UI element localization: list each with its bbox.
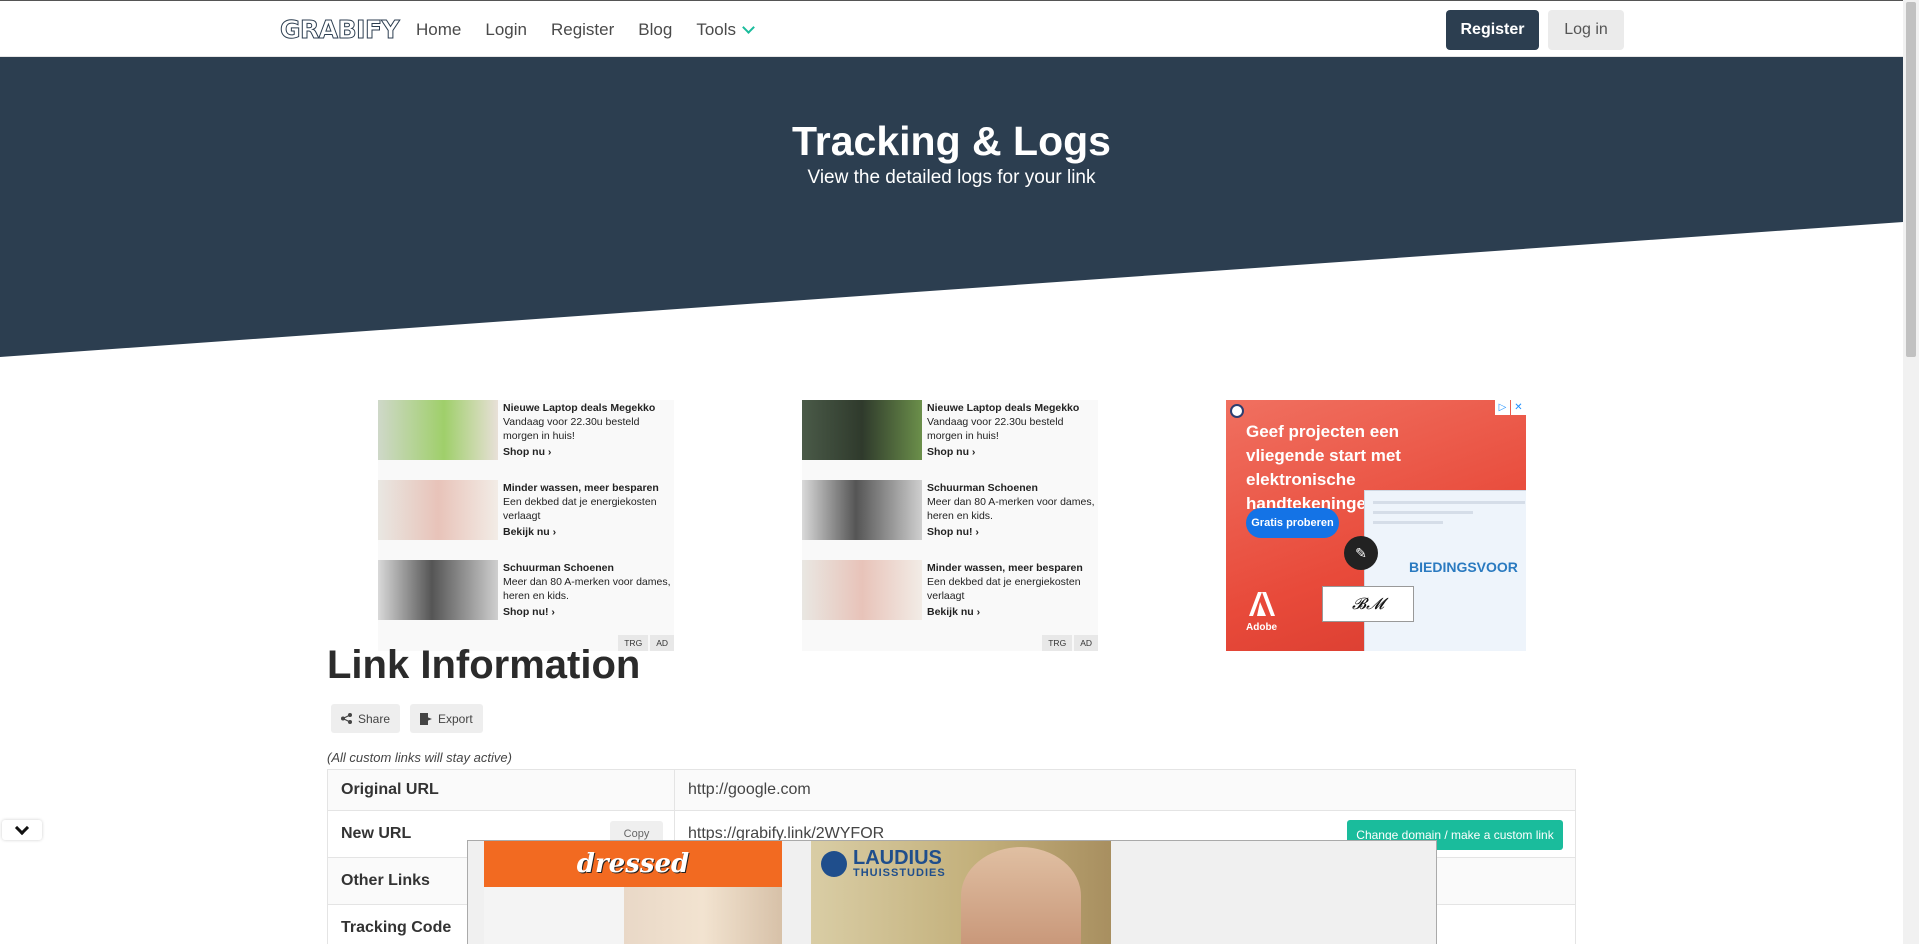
hero-banner: Tracking & Logs View the detailed logs f… <box>0 57 1903 357</box>
ad-text: Nieuwe Laptop deals Megekko Vandaag voor… <box>927 401 1095 459</box>
export-button[interactable]: Export <box>410 704 483 733</box>
page-title: Tracking & Logs <box>792 118 1111 164</box>
ad-desc: Meer dan 80 A-merken voor dames, heren e… <box>927 496 1095 522</box>
nav-links: Home Login Register Blog Tools <box>416 20 755 40</box>
ad-text: Schuurman Schoenen Meer dan 80 A-merken … <box>927 481 1095 539</box>
ad-thumbnail <box>378 560 498 620</box>
ad-title: Minder wassen, meer besparen <box>503 482 659 494</box>
export-label: Export <box>438 711 473 726</box>
share-icon <box>341 713 352 724</box>
ad-cta[interactable]: Bekijk nu › <box>503 525 671 539</box>
ad-desc: Een dekbed dat je energiekosten verlaagt <box>503 496 657 522</box>
collapse-ad-toggle[interactable] <box>2 820 42 840</box>
ad-tags: TRG AD <box>1042 635 1098 651</box>
nav-login[interactable]: Login <box>485 20 527 40</box>
ad-brand-name: LAUDIUS <box>853 847 942 869</box>
ad-desc: Vandaag voor 22.30u besteld morgen in hu… <box>927 416 1064 442</box>
adobe-logo-text: Adobe <box>1246 622 1278 633</box>
grabify-logo[interactable]: GRABIFY <box>279 15 400 45</box>
sticky-bottom-ad[interactable]: dressed LAUDIUS THUISSTUDIES <box>467 840 1437 944</box>
ad-text: Schuurman Schoenen Meer dan 80 A-merken … <box>503 561 671 619</box>
native-ad-left[interactable]: Nieuwe Laptop deals Megekko Vandaag voor… <box>378 400 674 651</box>
ad-desc: Vandaag voor 22.30u besteld morgen in hu… <box>503 416 640 442</box>
ad-brand-logo: dressed <box>484 841 782 887</box>
login-button[interactable]: Log in <box>1548 10 1624 50</box>
ad-cta[interactable]: Shop nu! › <box>503 605 671 619</box>
ad-tag-ad: AD <box>650 635 674 651</box>
adobe-logo: Adobe <box>1246 592 1277 633</box>
original-url-value[interactable]: http://google.com <box>675 770 1576 810</box>
ad-cta[interactable]: Shop nu! › <box>927 525 1095 539</box>
ad-text: Nieuwe Laptop deals Megekko Vandaag voor… <box>503 401 671 459</box>
adobe-banner-ad[interactable]: ▷ ✕ Geef projecten een vliegende start m… <box>1226 400 1526 651</box>
signature-image: 𝓑𝓜 <box>1322 586 1414 622</box>
ad-thumbnail <box>802 560 922 620</box>
ad-item[interactable]: Schuurman Schoenen Meer dan 80 A-merken … <box>378 560 674 630</box>
ad-document-preview: BIEDINGSVOOR <box>1364 490 1526 651</box>
share-button[interactable]: Share <box>331 704 401 733</box>
ad-thumbnail <box>802 400 922 460</box>
ad-image <box>961 847 1081 944</box>
custom-links-note: (All custom links will stay active) <box>327 750 512 765</box>
ad-item[interactable]: Minder wassen, meer besparen Een dekbed … <box>802 560 1098 630</box>
ad-choices[interactable]: ▷ ✕ <box>1495 400 1526 415</box>
pen-icon: ✎ <box>1344 536 1378 570</box>
navbar: GRABIFY Home Login Register Blog Tools R… <box>0 0 1903 57</box>
globe-icon <box>821 851 847 877</box>
ad-title: Nieuwe Laptop deals Megekko <box>927 402 1080 414</box>
ad-item[interactable]: Minder wassen, meer besparen Een dekbed … <box>378 480 674 550</box>
ad-thumbnail <box>378 480 498 540</box>
ad-item[interactable]: Schuurman Schoenen Meer dan 80 A-merken … <box>802 480 1098 550</box>
ad-cta[interactable]: Shop nu › <box>927 445 1095 459</box>
nav-register[interactable]: Register <box>551 20 614 40</box>
ad-tag-ad: AD <box>1074 635 1098 651</box>
ad-cta[interactable]: Shop nu › <box>503 445 671 459</box>
ad-cta[interactable]: Bekijk nu › <box>927 605 1095 619</box>
ad-cta-button[interactable]: Gratis proberen <box>1246 508 1339 538</box>
ad-title: Schuurman Schoenen <box>927 482 1038 494</box>
ad-title: Nieuwe Laptop deals Megekko <box>503 402 656 414</box>
adobe-logo-icon <box>1248 592 1275 616</box>
row-label: Original URL <box>327 770 675 810</box>
nav-blog[interactable]: Blog <box>638 20 672 40</box>
register-button[interactable]: Register <box>1446 10 1539 50</box>
ad-brand-logo: LAUDIUS THUISSTUDIES <box>821 847 946 879</box>
nav-tools-label: Tools <box>696 20 736 39</box>
share-label: Share <box>358 711 391 726</box>
page-scrollbar[interactable] <box>1903 0 1919 944</box>
ad-item[interactable]: Nieuwe Laptop deals Megekko Vandaag voor… <box>802 400 1098 470</box>
native-ad-middle[interactable]: Nieuwe Laptop deals Megekko Vandaag voor… <box>802 400 1098 651</box>
ad-image <box>624 887 782 944</box>
ad-doc-word: BIEDINGSVOOR <box>1409 559 1518 575</box>
ad-title: Schuurman Schoenen <box>503 562 614 574</box>
ad-tobedressed[interactable]: dressed <box>484 841 782 944</box>
ad-title: Minder wassen, meer besparen <box>927 562 1083 574</box>
scrollbar-thumb[interactable] <box>1906 2 1916 357</box>
ad-desc: Meer dan 80 A-merken voor dames, heren e… <box>503 576 671 602</box>
nav-tools-dropdown[interactable]: Tools <box>696 20 755 40</box>
ad-thumbnail <box>802 480 922 540</box>
ad-text: Minder wassen, meer besparen Een dekbed … <box>927 561 1095 619</box>
ad-laudius[interactable]: LAUDIUS THUISSTUDIES <box>811 841 1111 944</box>
ad-item[interactable]: Nieuwe Laptop deals Megekko Vandaag voor… <box>378 400 674 470</box>
ad-badge-icon <box>1230 404 1244 418</box>
close-icon[interactable]: ✕ <box>1511 400 1526 415</box>
ad-tag-trg: TRG <box>1042 635 1073 651</box>
hero-background <box>0 57 1903 357</box>
export-icon <box>420 712 432 725</box>
nav-home[interactable]: Home <box>416 20 461 40</box>
ad-thumbnail <box>378 400 498 460</box>
adchoices-icon[interactable]: ▷ <box>1495 400 1510 415</box>
ad-desc: Een dekbed dat je energiekosten verlaagt <box>927 576 1081 602</box>
chevron-down-icon <box>14 820 30 835</box>
ad-text: Minder wassen, meer besparen Een dekbed … <box>503 481 671 539</box>
chevron-down-icon <box>742 20 755 34</box>
table-row: Original URL http://google.com <box>327 769 1576 810</box>
ad-brand-sub: THUISSTUDIES <box>853 867 946 879</box>
section-title: Link Information <box>327 643 641 687</box>
page-subtitle: View the detailed logs for your link <box>807 167 1096 188</box>
